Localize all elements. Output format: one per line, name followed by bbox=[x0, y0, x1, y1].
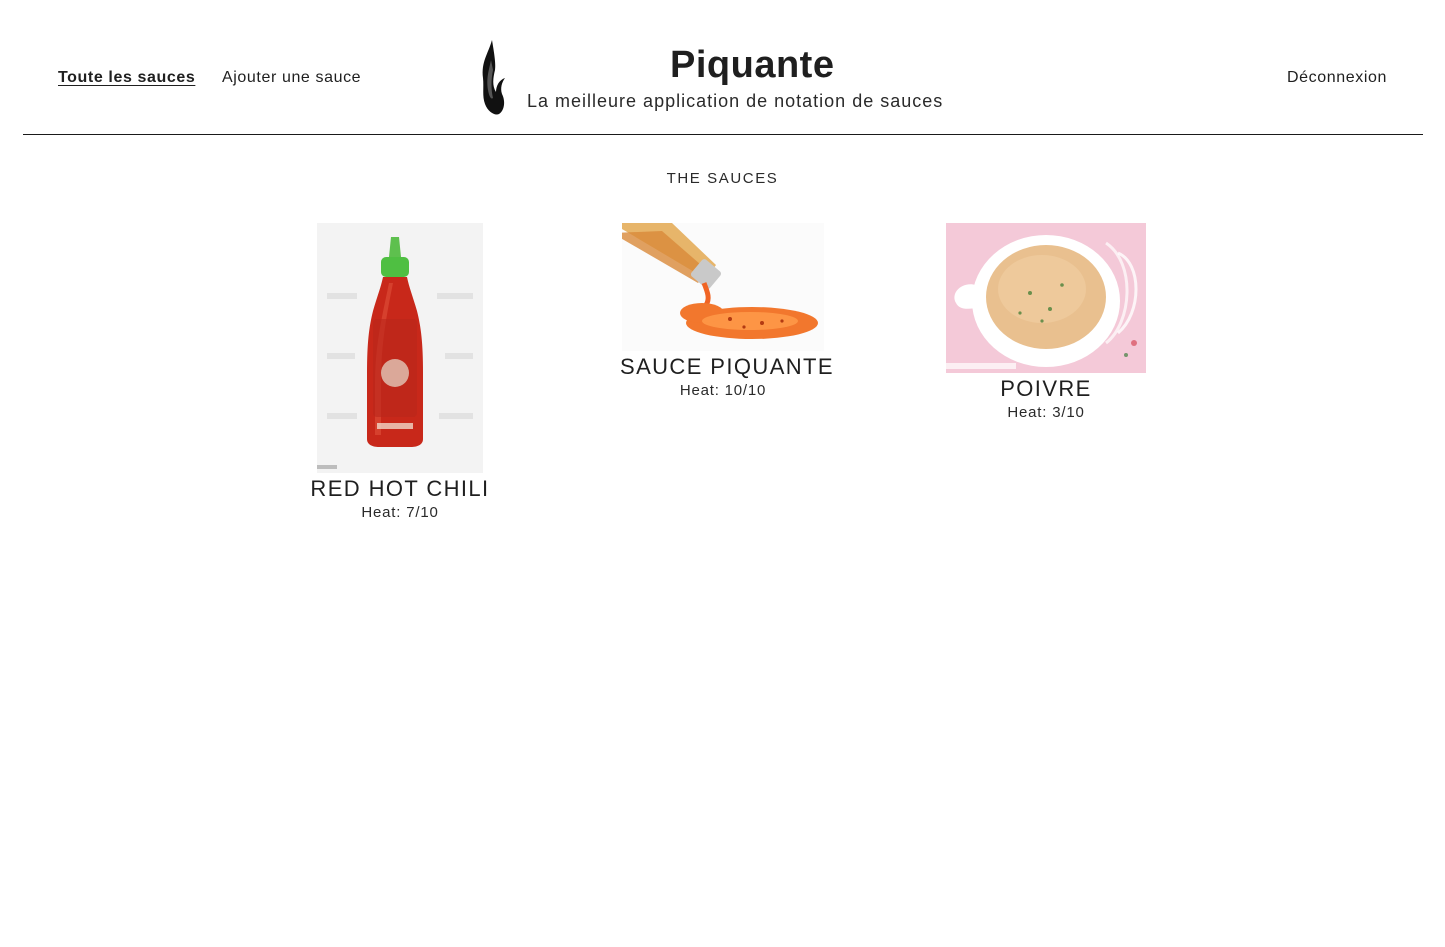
header: Toute les sauces Ajouter une sauce Piqua… bbox=[23, 0, 1423, 135]
page: Toute les sauces Ajouter une sauce Piqua… bbox=[0, 0, 1445, 947]
pepper-sauce-bowl-image[interactable] bbox=[946, 223, 1146, 373]
sauce-heat: Heat: 7/10 bbox=[361, 504, 439, 521]
app-title: Piquante bbox=[670, 44, 835, 86]
section-title: THE SAUCES bbox=[666, 170, 779, 187]
spilled-sauce-image[interactable] bbox=[622, 223, 824, 351]
flame-icon bbox=[482, 40, 505, 115]
logout-link[interactable]: Déconnexion bbox=[1287, 69, 1387, 87]
sauce-card-red-hot-chili[interactable]: RED HOT CHILI Heat: 7/10 bbox=[300, 223, 500, 523]
sauce-card-sauce-piquante[interactable]: SAUCE PIQUANTE Heat: 10/10 bbox=[620, 223, 834, 401]
sauce-name: SAUCE PIQUANTE bbox=[620, 354, 834, 379]
sauce-name: RED HOT CHILI bbox=[310, 476, 490, 501]
sauce-card-poivre[interactable]: POIVRE Heat: 3/10 bbox=[944, 223, 1148, 423]
app-subtitle: La meilleure application de notation de … bbox=[527, 91, 944, 111]
sauce-name: POIVRE bbox=[1000, 376, 1092, 401]
nav-link-add-sauce[interactable]: Ajouter une sauce bbox=[222, 69, 361, 87]
sriracha-bottle-image[interactable] bbox=[317, 223, 483, 473]
sauce-heat: Heat: 10/10 bbox=[679, 382, 767, 399]
sauce-heat: Heat: 3/10 bbox=[1007, 404, 1085, 421]
nav-link-all-sauces[interactable]: Toute les sauces bbox=[58, 69, 195, 87]
